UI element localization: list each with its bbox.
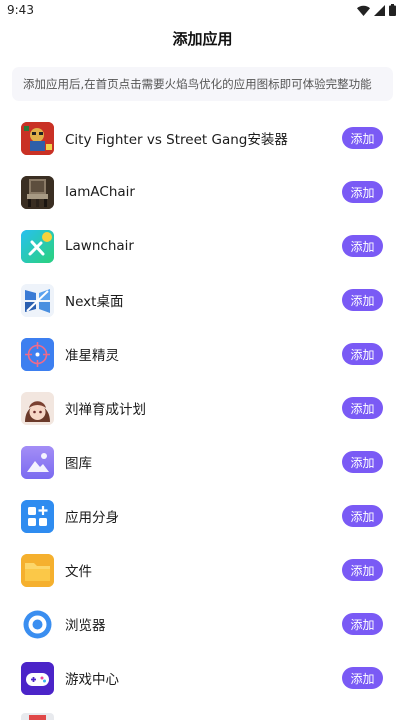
folder-app-icon: [21, 553, 54, 587]
app-row-crosshair: 准星精灵 添加: [0, 327, 405, 381]
game-center-app-icon: [21, 661, 54, 695]
lawnchair-app-icon: [21, 229, 54, 263]
app-row-liushan: 刘禅育成计划 添加: [0, 381, 405, 435]
app-row-lawnchair: Lawnchair 添加: [0, 219, 405, 273]
app-name: 图库: [65, 456, 92, 472]
wifi-icon: [357, 5, 370, 16]
app-row-city-fighter: City Fighter vs Street Gang安装器 添加: [0, 111, 405, 165]
add-button[interactable]: 添加: [342, 613, 383, 635]
app-row-app-clone: 应用分身 添加: [0, 489, 405, 543]
crosshair-app-icon: [21, 337, 54, 371]
app-name: Next桌面: [65, 294, 124, 310]
app-name: Lawnchair: [65, 238, 134, 254]
gallery-app-icon: [21, 445, 54, 479]
app-name: 准星精灵: [65, 348, 119, 364]
app-name: IamAChair: [65, 184, 135, 200]
add-button[interactable]: 添加: [342, 181, 383, 203]
status-icons: [357, 4, 396, 16]
app-row-iamachair: IamAChair 添加: [0, 165, 405, 219]
app-row-gallery: 图库 添加: [0, 435, 405, 489]
app-name: 刘禅育成计划: [65, 402, 146, 418]
add-button[interactable]: 添加: [342, 235, 383, 257]
notice-text: 添加应用后,在首页点击需要火焰鸟优化的应用图标即可体验完整功能: [23, 77, 372, 91]
partial-app-icon: [21, 713, 54, 720]
app-row-files: 文件 添加: [0, 543, 405, 597]
app-name: 浏览器: [65, 618, 106, 634]
app-row-game-center: 游戏中心 添加: [0, 651, 405, 705]
liushan-app-icon: [21, 391, 54, 425]
app-name: 应用分身: [65, 510, 119, 526]
status-bar: 9:43: [0, 0, 405, 20]
add-button[interactable]: 添加: [342, 397, 383, 419]
city-fighter-app-icon: [21, 121, 54, 155]
iamachair-app-icon: [21, 175, 54, 209]
add-button[interactable]: 添加: [342, 451, 383, 473]
add-button[interactable]: 添加: [342, 559, 383, 581]
app-name: 游戏中心: [65, 672, 119, 688]
page-title: 添加应用: [172, 29, 233, 48]
status-time: 9:43: [7, 3, 34, 17]
add-button[interactable]: 添加: [342, 289, 383, 311]
app-list: City Fighter vs Street Gang安装器 添加 IamACh…: [0, 111, 405, 705]
info-notice: 添加应用后,在首页点击需要火焰鸟优化的应用图标即可体验完整功能: [12, 67, 393, 101]
app-clone-icon: [21, 499, 54, 533]
title-bar: 添加应用: [0, 21, 405, 55]
battery-icon: [389, 4, 396, 16]
add-button[interactable]: 添加: [342, 343, 383, 365]
add-button[interactable]: 添加: [342, 667, 383, 689]
add-button[interactable]: 添加: [342, 127, 383, 149]
app-name: 文件: [65, 564, 92, 580]
add-button[interactable]: 添加: [342, 505, 383, 527]
app-name: City Fighter vs Street Gang安装器: [65, 132, 288, 148]
browser-app-icon: [21, 607, 54, 641]
app-row-browser: 浏览器 添加: [0, 597, 405, 651]
signal-icon: [374, 4, 385, 16]
next-launcher-app-icon: [21, 283, 54, 317]
app-row-next-launcher: Next桌面 添加: [0, 273, 405, 327]
